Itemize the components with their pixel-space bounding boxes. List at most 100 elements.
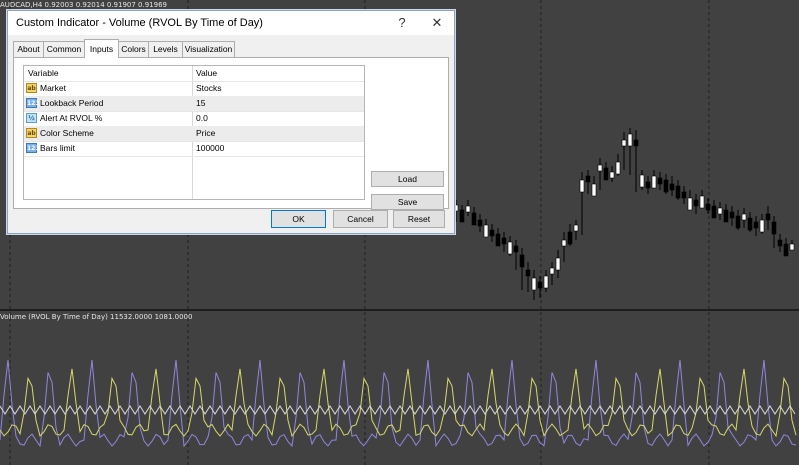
integer-type-icon: 123: [26, 98, 40, 108]
candle-body: [465, 205, 471, 213]
candle-body: [549, 267, 555, 275]
column-variable-header: Variable: [28, 68, 59, 78]
candle-body: [597, 164, 603, 172]
candle-body: [693, 199, 699, 207]
variable-value[interactable]: 100000: [196, 141, 224, 156]
input-row-bars-limit[interactable]: 123 Bars limit 100000: [24, 141, 364, 157]
candle-body: [759, 219, 765, 233]
variable-value[interactable]: Price: [196, 126, 215, 141]
string-type-icon: ab: [26, 128, 37, 138]
variable-value[interactable]: 15: [196, 96, 205, 111]
inputs-grid: Variable Value ab Market Stocks 123 Look…: [23, 65, 365, 200]
help-button[interactable]: ?: [388, 13, 416, 33]
column-value-header: Value: [196, 68, 218, 78]
candle-body: [615, 161, 621, 175]
load-button[interactable]: Load: [371, 171, 444, 187]
candle-body: [483, 224, 489, 238]
candle-body: [621, 139, 627, 147]
input-row-color-scheme[interactable]: ab Color Scheme Price: [24, 126, 364, 142]
candle-body: [789, 243, 795, 251]
candle-body: [561, 239, 567, 247]
candle-body: [663, 179, 669, 193]
candle-body: [609, 171, 615, 179]
variable-name: Lookback Period: [40, 98, 104, 108]
input-row-alert-at-rvol[interactable]: ½ Alert At RVOL % 0.0: [24, 111, 364, 127]
custom-indicator-dialog: Custom Indicator - Volume (RVOL By Time …: [7, 10, 455, 234]
candle-body: [495, 233, 501, 247]
integer-type-icon: 123: [26, 143, 40, 153]
candle-body: [573, 224, 579, 232]
dialog-title: Custom Indicator - Volume (RVOL By Time …: [16, 17, 263, 29]
pane-separator: [0, 309, 799, 311]
save-button[interactable]: Save: [371, 194, 444, 210]
input-row-market[interactable]: ab Market Stocks: [24, 81, 364, 97]
indicator-header: Volume (RVOL By Time of Day) 11532.0000 …: [0, 313, 193, 321]
candle-body: [741, 213, 747, 221]
candle-body: [513, 245, 519, 253]
candle-body: [489, 229, 495, 237]
tab-colors[interactable]: Colors: [118, 41, 149, 57]
candle-body: [705, 203, 711, 211]
double-type-icon: ½: [26, 113, 37, 123]
string-type-icon: ab: [26, 83, 37, 93]
candle-body: [567, 231, 573, 245]
candle-body: [657, 177, 663, 185]
candle-body: [729, 211, 735, 219]
candle-body: [753, 221, 759, 229]
candle-body: [537, 281, 543, 289]
inputs-panel: Variable Value ab Market Stocks 123 Look…: [13, 57, 449, 210]
tab-about[interactable]: About: [13, 41, 44, 57]
candle-body: [777, 239, 783, 247]
candle-body: [687, 197, 693, 211]
tab-inputs[interactable]: Inputs: [84, 39, 119, 58]
candle-body: [723, 209, 729, 223]
reset-button[interactable]: Reset: [393, 210, 445, 228]
variable-name: Alert At RVOL %: [40, 113, 103, 123]
tab-common[interactable]: Common: [43, 41, 85, 57]
variable-value[interactable]: Stocks: [196, 81, 222, 96]
candle-body: [711, 205, 717, 219]
variable-value[interactable]: 0.0: [196, 111, 208, 126]
candle-body: [771, 221, 777, 235]
candle-body: [645, 181, 651, 189]
candle-body: [747, 217, 753, 231]
candle-body: [735, 215, 741, 229]
candle-body: [579, 179, 585, 193]
candle-body: [543, 275, 549, 289]
tab-visualization[interactable]: Visualization: [182, 41, 235, 57]
dialog-titlebar[interactable]: Custom Indicator - Volume (RVOL By Time …: [8, 11, 454, 35]
candle-body: [651, 175, 657, 189]
chart-symbol-header: AUDCAD,H4 0.92003 0.92014 0.91907 0.9196…: [0, 1, 167, 9]
candle-body: [459, 209, 465, 223]
candle-body: [633, 139, 639, 147]
volume-line-blue: [0, 359, 797, 448]
candle-body: [591, 183, 597, 197]
candle-body: [627, 133, 633, 147]
candle-body: [519, 254, 525, 268]
candle-body: [675, 185, 681, 199]
candle-body: [765, 213, 771, 221]
candle-body: [639, 174, 645, 188]
candle-body: [699, 195, 705, 209]
ok-button[interactable]: OK: [271, 210, 326, 228]
candle-body: [783, 243, 789, 257]
candle-body: [555, 257, 561, 271]
candle-body: [585, 175, 591, 183]
candle-body: [471, 212, 477, 226]
candle-body: [531, 277, 537, 291]
candle-body: [477, 219, 483, 227]
candle-body: [717, 207, 723, 215]
cancel-button[interactable]: Cancel: [333, 210, 388, 228]
grid-header: Variable Value: [24, 66, 364, 82]
candle-body: [681, 191, 687, 199]
variable-name: Color Scheme: [40, 128, 94, 138]
variable-name: Market: [40, 83, 66, 93]
candle-body: [507, 241, 513, 255]
volume-line-yellow: [0, 368, 797, 438]
tab-levels[interactable]: Levels: [148, 41, 183, 57]
input-row-lookback-period[interactable]: 123 Lookback Period 15: [24, 96, 364, 112]
variable-name: Bars limit: [40, 143, 75, 153]
close-button[interactable]: ✕: [423, 13, 451, 33]
candle-body: [501, 237, 507, 245]
candle-body: [525, 269, 531, 277]
